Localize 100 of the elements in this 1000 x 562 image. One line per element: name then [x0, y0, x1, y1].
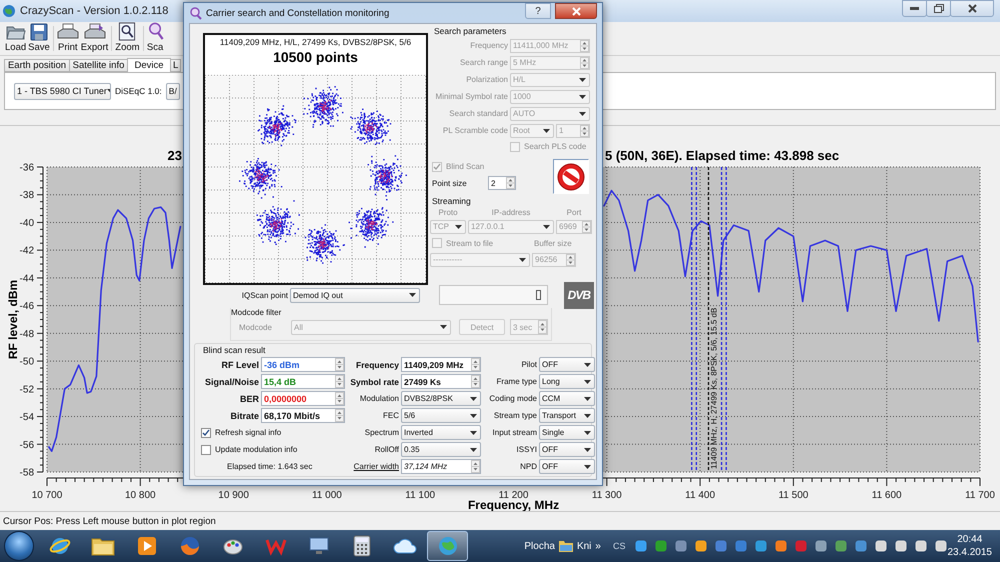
checkbox-label: Stream to file — [446, 238, 494, 248]
dropdown[interactable]: Single — [539, 425, 595, 440]
spin-arrows-icon — [335, 392, 344, 405]
dropdown[interactable]: Long — [539, 374, 595, 389]
more-button[interactable]: » — [595, 540, 601, 552]
globe-icon — [2, 4, 16, 18]
dropdown[interactable]: 1 - TBS 5980 CI Tuner — [14, 82, 111, 100]
tray-icon[interactable] — [775, 540, 788, 552]
tray-icon[interactable] — [655, 540, 668, 552]
globe-icon — [49, 535, 72, 557]
dropdown[interactable]: B/ — [166, 82, 180, 100]
caret-icon — [543, 128, 550, 132]
tab[interactable]: Satellite info — [69, 59, 128, 72]
field-label: Pilot — [520, 360, 537, 369]
status-text: Cursor Pos: Press Left mouse button in plot region — [3, 516, 216, 526]
tray-icon[interactable] — [875, 540, 888, 552]
close-button[interactable] — [950, 0, 994, 17]
spin-field[interactable]: -36 dBm — [261, 357, 345, 372]
stop-button[interactable] — [553, 159, 589, 194]
toolbar-button[interactable]: Zoom — [114, 22, 141, 55]
spin-arrows-icon — [335, 375, 344, 388]
checkbox[interactable] — [201, 428, 211, 438]
toolbar-button[interactable]: Export — [80, 22, 110, 55]
minimize-icon — [910, 6, 919, 10]
tray-icon[interactable] — [895, 540, 908, 552]
tray-icon[interactable] — [755, 540, 768, 552]
tray-icon[interactable] — [935, 540, 948, 552]
tab[interactable]: Device — [127, 58, 171, 72]
group-title: Modcode filter — [231, 308, 282, 317]
axis-tick-label: -56 — [20, 440, 34, 451]
group-title: Blind scan result — [203, 345, 266, 355]
field-label: FEC — [382, 411, 399, 420]
dropdown[interactable]: DVBS2/8PSK — [401, 391, 481, 406]
checkbox[interactable] — [201, 444, 211, 454]
tab[interactable]: Earth position — [4, 59, 70, 72]
toolbar-button[interactable]: Save — [27, 22, 51, 55]
maximize-button[interactable] — [926, 0, 951, 17]
tray-icon[interactable] — [835, 540, 848, 552]
spin-arrows-icon — [335, 409, 344, 422]
tray-icon[interactable] — [675, 540, 688, 552]
field-label: NPD — [519, 462, 537, 471]
tray-icon[interactable] — [915, 540, 928, 552]
checkbox-label: Blind Scan — [446, 162, 484, 171]
field-label: Buffer size — [534, 238, 572, 248]
dropdown[interactable]: 5/6 — [401, 408, 481, 423]
magnifier-icon — [146, 22, 164, 41]
caret-icon — [584, 362, 591, 366]
point-count: 10500 points — [273, 49, 358, 65]
toolbar-link[interactable]: Plocha — [524, 540, 555, 552]
dropdown[interactable]: OFF — [539, 459, 595, 474]
toolbar-link[interactable]: Kni — [576, 540, 592, 552]
link[interactable]: Carrier width — [347, 462, 399, 471]
toolbar-button[interactable]: Sca — [146, 22, 165, 55]
spin-arrows-icon — [580, 124, 589, 136]
toolbar-button[interactable]: Load — [4, 22, 28, 55]
axis-tick-label: 11 000 — [312, 490, 342, 501]
close-button[interactable] — [555, 3, 597, 19]
minimize-button[interactable] — [902, 0, 927, 17]
dropdown[interactable]: CCM — [539, 391, 595, 406]
start-button[interactable] — [4, 531, 34, 561]
dropdown[interactable]: Transport — [539, 408, 595, 423]
close-icon — [572, 6, 580, 16]
tab[interactable]: L — [170, 59, 182, 72]
help-button[interactable]: ? — [525, 3, 551, 19]
column-header: Port — [566, 208, 582, 216]
field-label: Bitrate — [229, 410, 259, 420]
dropdown[interactable]: Inverted — [401, 425, 481, 440]
spin-field[interactable]: 11409,209 MHz — [401, 357, 481, 372]
tray-icon[interactable] — [815, 540, 828, 552]
axis-tick-label: -54 — [20, 412, 34, 424]
toolbar-button[interactable]: Print — [56, 22, 80, 55]
dropdown[interactable]: Demod IQ out — [290, 288, 420, 302]
language-indicator[interactable]: CS — [612, 541, 626, 551]
dropdown[interactable]: OFF — [539, 357, 595, 372]
spin-field[interactable]: 27499 Ks — [401, 374, 481, 389]
checkbox-label: Search PLS code — [524, 142, 586, 151]
play-icon — [136, 535, 158, 557]
dropdown[interactable]: 0.35 — [401, 442, 481, 457]
field-label: Symbol rate — [349, 376, 399, 386]
axis-tick-label: -42 — [20, 246, 34, 257]
spin-field[interactable]: 2 — [488, 176, 516, 190]
tray-icon[interactable] — [635, 540, 648, 552]
field-label: Modcode — [239, 322, 273, 332]
field-label: Frame type — [496, 377, 537, 386]
dropdown[interactable]: OFF — [539, 442, 595, 457]
spin-field[interactable]: 15,4 dB — [261, 374, 345, 389]
window-title: CrazyScan - Version 1.0.2.118 — [20, 5, 168, 17]
field-label: IQScan point — [240, 290, 288, 300]
field-label: DiSEqC 1.0: — [115, 86, 162, 96]
tray-icon[interactable] — [695, 540, 708, 552]
axis-tick-label: -48 — [20, 328, 34, 340]
tray-icon[interactable] — [855, 540, 868, 552]
caret-icon — [579, 94, 586, 98]
spin-field[interactable]: 37,124 MHz — [401, 459, 481, 474]
caret-icon — [584, 464, 591, 468]
no-entry-icon — [556, 162, 586, 192]
axis-tick-label: 11 200 — [498, 490, 528, 501]
constellation-caption: 11409,209 MHz, H/L, 27499 Ks, DVBS2/8PSK, 5/6 — [220, 37, 412, 47]
spin-field[interactable]: 68,170 Mbit/s — [261, 408, 345, 423]
spin-field[interactable]: 0,0000000 — [261, 391, 345, 406]
